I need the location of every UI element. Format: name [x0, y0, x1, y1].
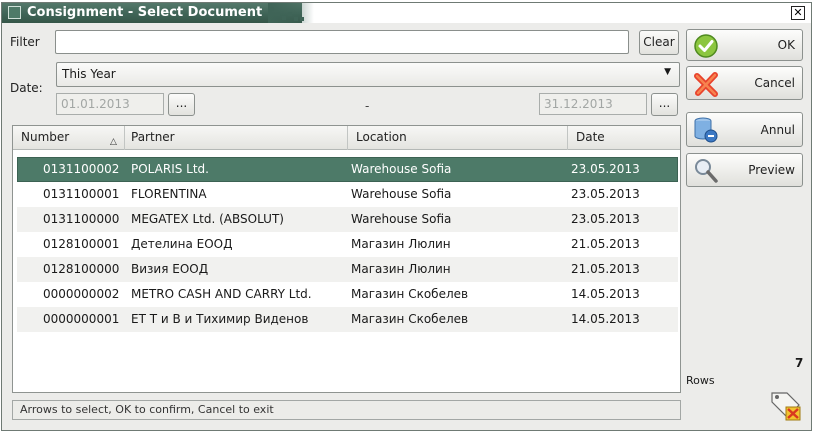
- clear-button[interactable]: Clear: [639, 30, 679, 55]
- app-icon: [8, 6, 21, 19]
- date-from-picker-button[interactable]: ...: [168, 93, 195, 116]
- window-title: Consignment - Select Document: [27, 5, 263, 20]
- checkmark-icon: [693, 33, 719, 62]
- sort-ascending-icon: △: [110, 137, 117, 147]
- chevron-down-icon: ▼: [664, 67, 671, 77]
- table-row[interactable]: 0000000002 METRO CASH AND CARRY Ltd. Маг…: [17, 282, 678, 307]
- dialog-window: Consignment - Select Document ✕ Filter C…: [1, 2, 812, 431]
- price-tag-icon: [769, 389, 805, 426]
- table-row[interactable]: 0000000001 ЕТ Т и В и Тихимир Виденов Ма…: [17, 307, 678, 332]
- database-icon: [693, 116, 719, 147]
- filter-label: Filter: [10, 35, 40, 49]
- rows-label: Rows: [686, 374, 715, 387]
- status-bar: Arrows to select, OK to confirm, Cancel …: [12, 400, 681, 420]
- column-header-date[interactable]: Date: [568, 126, 680, 150]
- date-to-input[interactable]: 31.12.2013: [539, 93, 647, 115]
- column-header-partner[interactable]: Partner: [123, 126, 348, 150]
- preview-button-label: Preview: [748, 163, 795, 177]
- table-header: Number △ Partner Location Date: [13, 126, 680, 150]
- date-period-select[interactable]: This Year ▼: [56, 62, 680, 87]
- date-range-separator: -: [365, 99, 370, 113]
- annul-button[interactable]: Annul: [686, 112, 803, 147]
- table-row[interactable]: 0128100001 Детелина ЕООД Магазин Люлин 2…: [17, 232, 678, 257]
- close-button[interactable]: ✕: [791, 6, 805, 20]
- table-row[interactable]: 0131100001 FLORENTINA Warehouse Sofia 23…: [17, 182, 678, 207]
- table-row[interactable]: 0128100000 Визия ЕООД Магазин Люлин 21.0…: [17, 257, 678, 282]
- preview-button[interactable]: Preview: [686, 153, 803, 187]
- documents-table[interactable]: Number △ Partner Location Date 013110000…: [12, 125, 681, 393]
- date-label: Date:: [10, 81, 43, 95]
- filter-input[interactable]: [55, 30, 629, 54]
- table-row[interactable]: 0131100000 MEGATEX Ltd. (ABSOLUT) Wareho…: [17, 207, 678, 232]
- table-row[interactable]: 0131100002 POLARIS Ltd. Warehouse Sofia …: [17, 157, 678, 182]
- annul-button-label: Annul: [760, 122, 795, 137]
- cancel-button-label: Cancel: [754, 76, 795, 90]
- date-period-value: This Year: [62, 67, 116, 81]
- ok-button-label: OK: [777, 38, 795, 52]
- rows-count: 7: [795, 356, 804, 370]
- cancel-button[interactable]: Cancel: [686, 66, 803, 100]
- column-header-number[interactable]: Number △: [13, 126, 125, 150]
- date-to-picker-button[interactable]: ...: [651, 93, 678, 116]
- date-from-input[interactable]: 01.01.2013: [56, 93, 164, 115]
- cross-icon: [693, 70, 719, 101]
- title-bar[interactable]: Consignment - Select Document ✕: [2, 3, 811, 23]
- ok-button[interactable]: OK: [686, 29, 803, 61]
- magnifier-icon: [693, 157, 719, 188]
- column-header-location[interactable]: Location: [348, 126, 568, 150]
